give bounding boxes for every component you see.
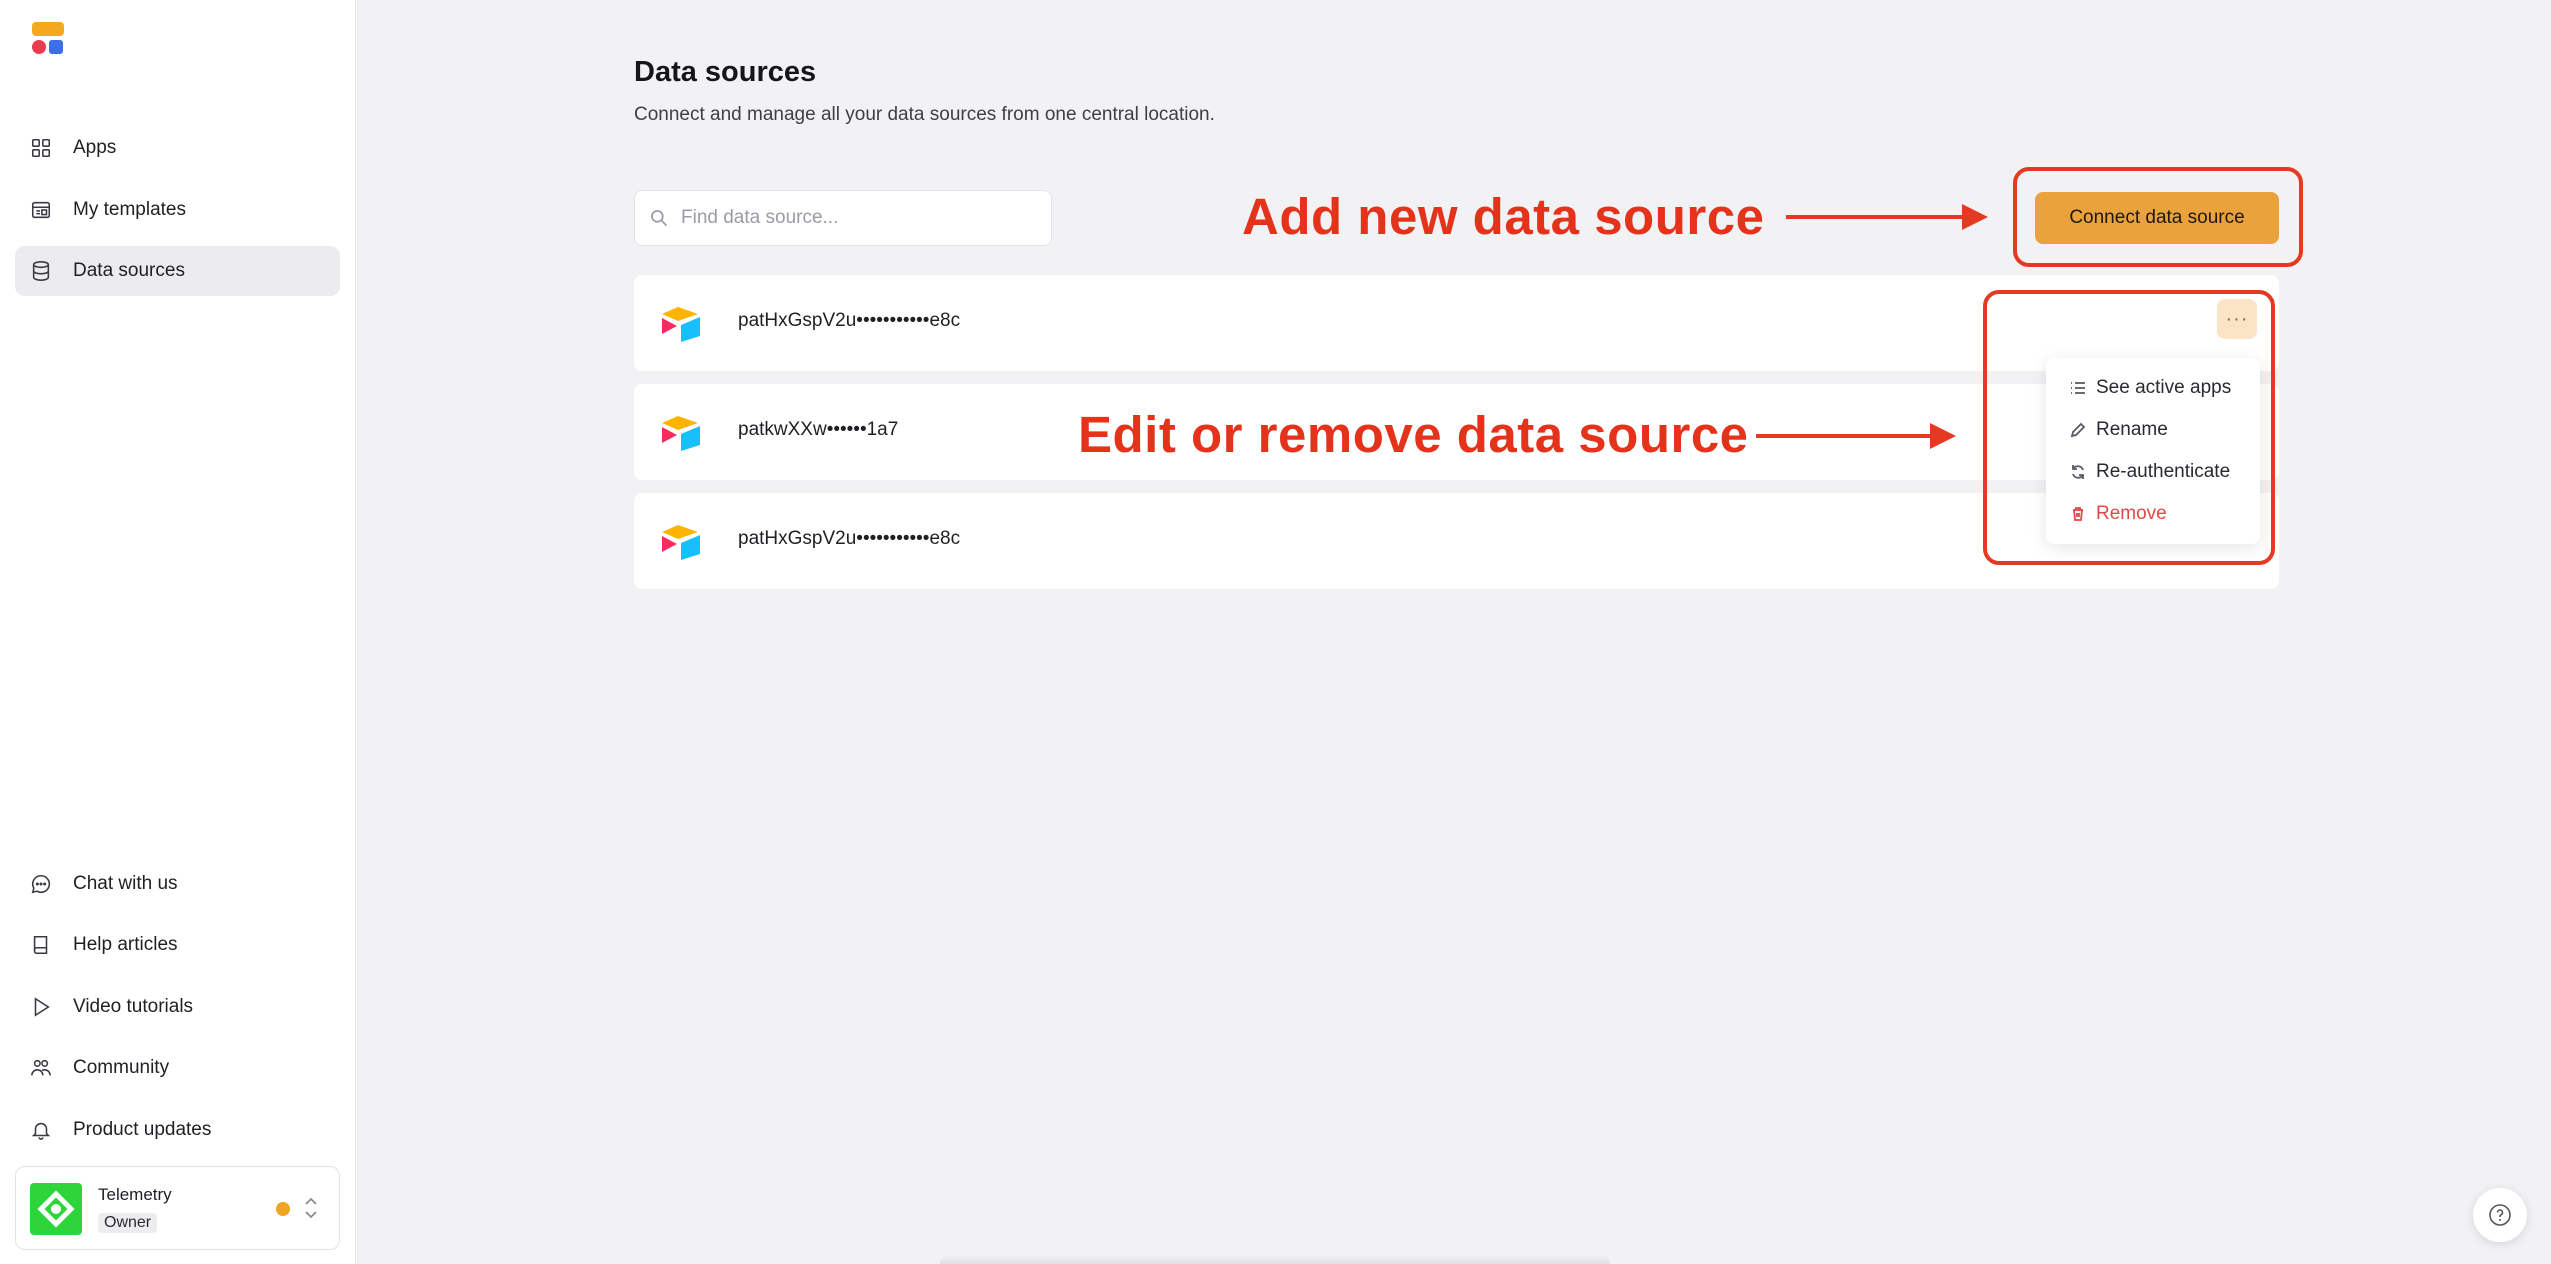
users-icon (29, 1056, 53, 1080)
sidebar-item-label: Apps (73, 137, 117, 158)
sidebar-item-label: Help articles (73, 934, 178, 955)
sidebar-item-label: Community (73, 1057, 170, 1078)
sidebar-item-product-updates[interactable]: Product updates (15, 1105, 340, 1155)
annotation-box-menu (1983, 290, 2275, 565)
search-icon (651, 210, 668, 227)
bottom-panel-edge (940, 1254, 1610, 1264)
sidebar-item-label: Product updates (73, 1119, 212, 1140)
annotation-add-text: Add new data source (1242, 188, 1765, 245)
grid-icon (29, 136, 53, 160)
data-source-name: patHxGspV2u•••••••••••e8c (738, 310, 961, 331)
play-icon (29, 995, 53, 1019)
sidebar-item-label: Chat with us (73, 873, 178, 894)
data-source-name: patHxGspV2u•••••••••••e8c (738, 528, 961, 549)
annotation-arrow-add (1786, 204, 1988, 230)
annotation-box-connect (2013, 167, 2303, 267)
status-dot (276, 1202, 290, 1216)
data-source-name: patkwXXw••••••1a7 (738, 419, 899, 440)
sidebar-item-label: Video tutorials (73, 996, 194, 1017)
search-box[interactable] (634, 190, 1052, 246)
sidebar-item-my-templates[interactable]: My templates (15, 185, 340, 235)
sidebar-item-apps[interactable]: Apps (15, 123, 340, 173)
annotation-edit-text: Edit or remove data source (1078, 406, 1749, 463)
workspace-switcher[interactable]: Telemetry Owner (15, 1166, 340, 1250)
page-subtitle: Connect and manage all your data sources… (634, 104, 1215, 125)
sidebar: Apps My templates Data sources Chat with… (0, 0, 356, 1264)
search-input[interactable] (679, 206, 1043, 230)
telemetry-logo-icon (37, 1190, 75, 1228)
sidebar-item-label: My templates (73, 199, 186, 220)
book-icon (29, 933, 53, 957)
sidebar-item-video-tutorials[interactable]: Video tutorials (15, 982, 340, 1032)
sidebar-item-label: Data sources (73, 260, 185, 281)
database-icon (29, 259, 53, 283)
bell-icon (29, 1118, 53, 1142)
sidebar-item-data-sources[interactable]: Data sources (15, 246, 340, 296)
annotation-arrow-edit (1756, 423, 1956, 449)
airtable-icon (662, 307, 700, 342)
airtable-icon (662, 525, 700, 560)
chat-icon (29, 872, 53, 896)
sidebar-item-help-articles[interactable]: Help articles (15, 920, 340, 970)
chevron-up-down-icon (305, 1197, 317, 1219)
sidebar-item-community[interactable]: Community (15, 1043, 340, 1093)
question-icon (2489, 1204, 2511, 1226)
workspace-role-badge: Owner (98, 1213, 158, 1233)
airtable-icon (662, 416, 700, 451)
workspace-avatar (30, 1183, 82, 1235)
workspace-name: Telemetry (98, 1185, 172, 1204)
page-title: Data sources (634, 56, 817, 88)
app-logo[interactable] (30, 22, 66, 56)
templates-icon (29, 198, 53, 222)
sidebar-item-chat-with-us[interactable]: Chat with us (15, 859, 340, 909)
help-button[interactable] (2473, 1188, 2527, 1242)
